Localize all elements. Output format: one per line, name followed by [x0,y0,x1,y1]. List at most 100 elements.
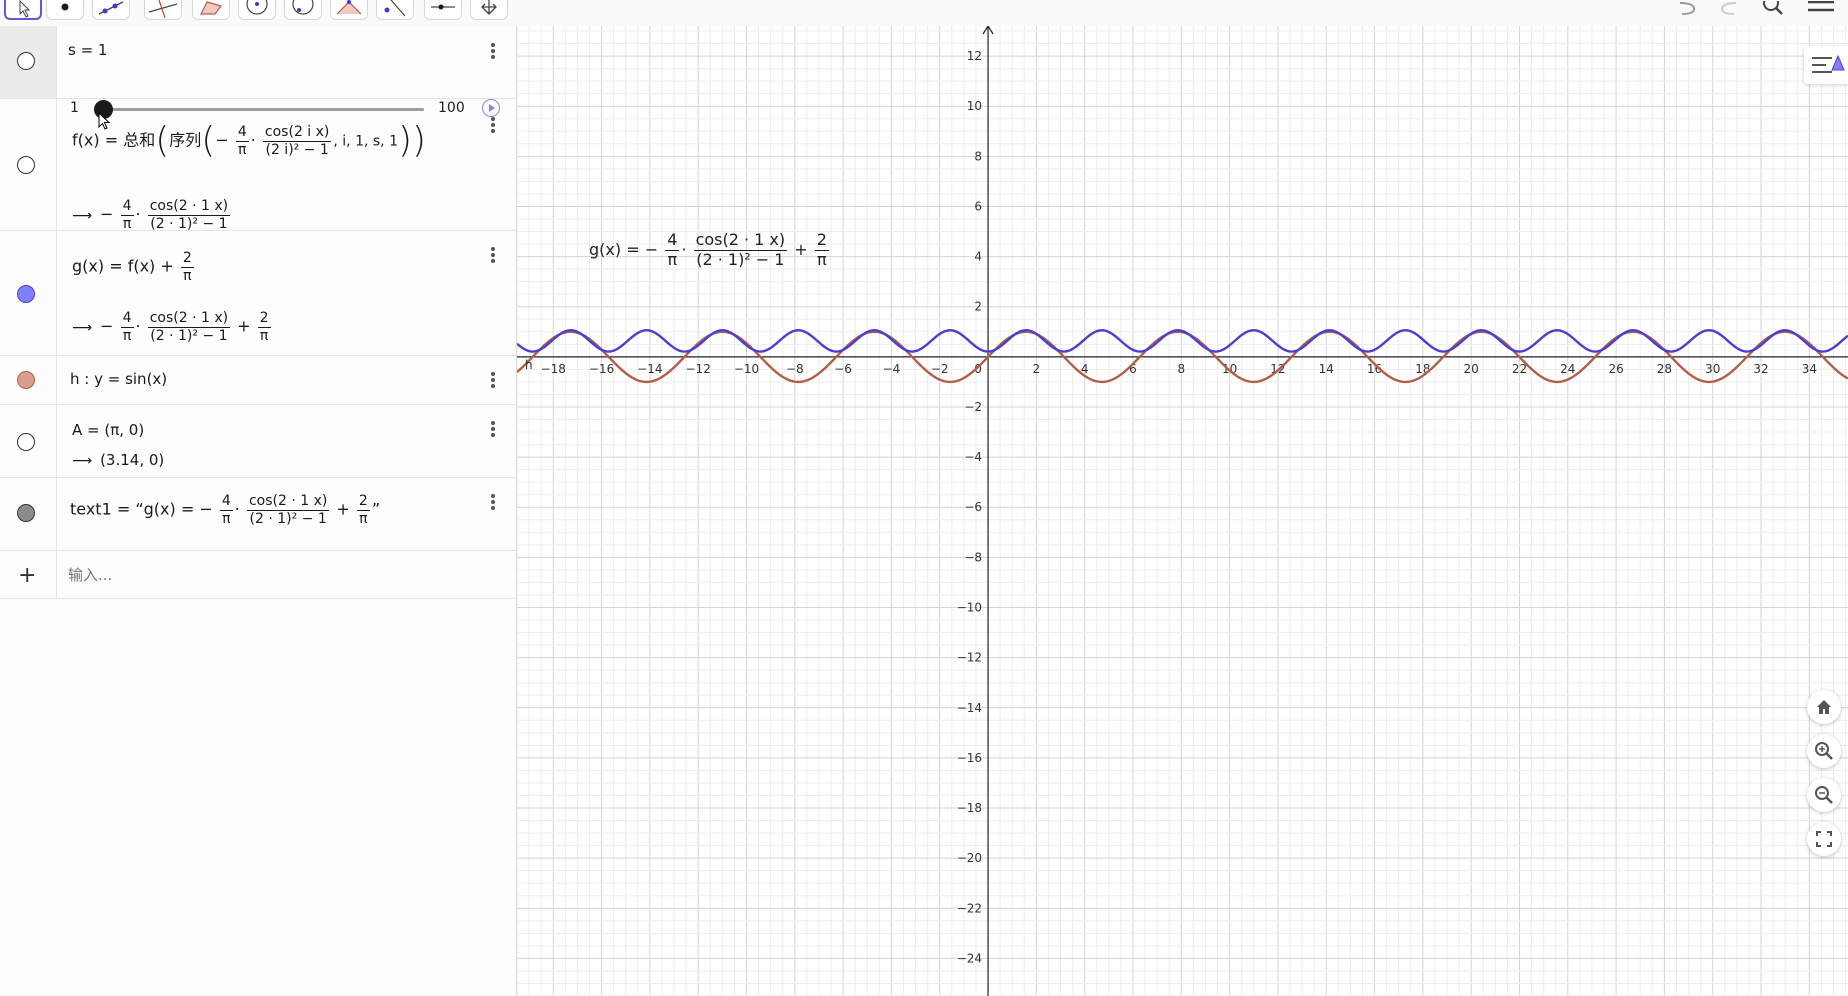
point-icon [61,3,69,11]
style-bar-toggle[interactable] [1804,46,1848,84]
graphics-view[interactable]: −18 −16 −14 −12 −10 −8 −6 −4 −2 0 2 4 6 8 10 12 14 16 18 20… [517,26,1848,996]
denominator: (2 · 1)² − 1 [249,510,327,527]
text1-definition[interactable]: text1 = “g(x) = − 4 π · cos(2 · 1 x) (2 · 1… [70,494,380,526]
reflect-icon [384,0,406,17]
equals-sign: = [104,130,119,150]
y-tick-label: −8 [964,550,982,564]
plus-sign: + [336,499,350,519]
zoom-out-button[interactable] [1807,778,1841,812]
A-definition[interactable]: A = (π, 0) [72,421,144,439]
more-options-icon[interactable] [490,419,496,439]
algebra-row-h[interactable]: h : y = sin(x) [0,356,516,405]
y-tick-label: −20 [957,851,982,865]
perpendicular-icon [148,0,178,18]
marble-column [0,405,57,477]
more-options-icon[interactable] [490,41,496,61]
y-tick-label: −22 [957,901,982,915]
fullscreen-button[interactable] [1807,822,1841,856]
search-icon[interactable] [1760,0,1790,19]
slider-definition[interactable]: s = 1 [68,41,107,59]
denominator: (2 · 1)² − 1 [696,249,785,269]
x-tick-label: −18 [541,362,566,376]
marble-column [0,99,57,230]
zoom-in-button[interactable] [1807,734,1841,768]
more-options-icon[interactable] [490,492,496,512]
y-tick-label: −16 [957,751,982,765]
polygon-icon [200,1,223,15]
polygon-tool[interactable] [192,0,230,20]
more-options-icon[interactable] [490,370,496,390]
numerator: cos(2 · 1 x) [147,310,231,328]
output-arrow: ⟶ [72,453,93,469]
x-tick-label: 2 [1033,362,1041,376]
line-tool[interactable] [92,0,130,20]
point-tool[interactable] [46,0,84,20]
angle-tool[interactable] [330,0,368,20]
visibility-marble[interactable] [17,156,35,174]
visibility-marble[interactable] [17,52,35,70]
x-tick-label: −10 [734,362,759,376]
algebra-row-slider[interactable]: s = 1 [0,26,516,99]
fraction-4-pi: 4π [665,231,680,269]
graph-text-label[interactable]: g(x) = − 4 π · cos(2 · 1 x) (2 · 1)² − 1 + … [589,231,831,269]
visibility-marble[interactable] [17,371,35,389]
algebra-row-A[interactable]: A = (π, 0) ⟶ (3.14, 0) [0,405,516,478]
home-button[interactable] [1807,690,1841,724]
reflect-tool[interactable] [376,0,414,20]
f-lhs: f(x) [72,130,100,150]
plus-sign: + [794,239,808,259]
minus-sign: − [100,316,114,336]
undo-icon[interactable] [1676,0,1706,19]
numerator: cos(2 i x) [262,123,332,142]
visibility-marble[interactable] [17,504,35,522]
slider-tool[interactable] [424,0,462,20]
denominator: (2 · 1)² − 1 [150,327,228,344]
slider-track[interactable] [104,108,424,111]
slider-icon [431,4,455,10]
circle-tool[interactable] [238,0,276,20]
f-definition[interactable]: f(x) = 总和(序列(− 4 π · cos(2 i x) (2 i)² − 1,… [72,123,426,159]
visibility-marble[interactable] [17,285,35,303]
algebra-row-g[interactable]: g(x) = f(x) + 2π ⟶ − 4 π · cos(2 · 1 x) (2 ·… [0,231,516,356]
dot-operator: · [135,316,141,336]
algebra-row-f[interactable]: f(x) = 总和(序列(− 4 π · cos(2 i x) (2 i)² − 1,… [0,99,516,231]
more-options-icon[interactable] [490,245,496,265]
denominator: π [238,141,247,158]
denominator: (2 i)² − 1 [265,141,329,158]
perpendicular-line-tool[interactable] [144,0,182,20]
denominator: π [359,510,368,527]
play-icon[interactable] [482,99,500,117]
close-quote: ” [371,499,381,519]
circle-through-points-tool[interactable] [284,0,322,20]
plus-icon[interactable]: + [18,563,36,588]
visibility-marble[interactable] [17,433,35,451]
fraction-2-pi: 2π [814,231,829,269]
paren-open: ( [201,120,216,161]
redo-icon[interactable] [1710,0,1740,19]
algebra-input[interactable] [66,565,490,585]
dot-operator: · [234,499,240,519]
g-definition[interactable]: g(x) = f(x) + 2π [72,251,196,283]
y-tick-label: −6 [964,500,982,514]
fraction-2-pi: 2π [356,494,370,527]
h-definition[interactable]: h : y = sin(x) [70,370,167,388]
angle-icon [336,0,362,15]
y-tick-label: 8 [974,149,982,163]
y-tick-label: −24 [957,951,982,965]
marble-column [0,478,57,550]
sequence-args: , i, 1, s, 1 [333,133,398,150]
move-graphics-view-tool[interactable] [470,0,508,20]
paren-close: )) [398,120,427,161]
minus-sign: − [100,204,114,224]
y-tick-label: 12 [967,49,982,63]
menu-icon[interactable] [1806,0,1836,19]
fraction-cos: cos(2 · 1 x) (2 · 1)² − 1 [147,199,231,231]
x-tick-label: 28 [1657,362,1672,376]
move-tool[interactable] [4,0,42,20]
more-options-icon[interactable] [490,115,496,135]
marble-column [0,26,57,98]
x-tick-label: 26 [1608,362,1623,376]
graph-canvas[interactable]: −18 −16 −14 −12 −10 −8 −6 −4 −2 0 2 4 6 8 10 12 14 16 18 20… [517,26,1848,996]
algebra-input-row[interactable]: + [0,551,516,599]
algebra-row-text1[interactable]: text1 = “g(x) = − 4 π · cos(2 · 1 x) (2 · 1… [0,478,516,551]
